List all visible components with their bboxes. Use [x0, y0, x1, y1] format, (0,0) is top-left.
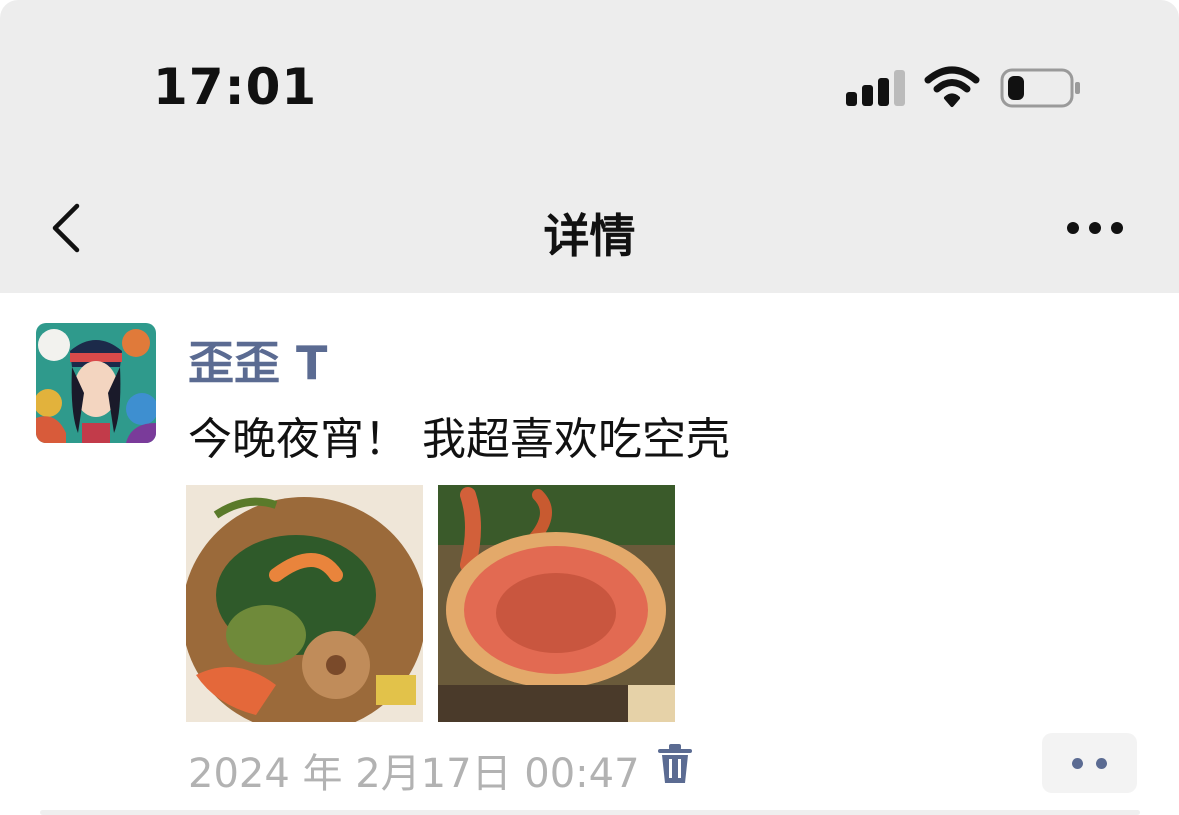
username[interactable]: 歪歪 T: [188, 327, 327, 393]
cellular-signal-icon: [846, 70, 906, 106]
post-detail: 歪歪 T 今晚夜宵！ 我超喜欢吃空壳 2024 年 2月17日 00:47: [0, 293, 1179, 815]
post-text: 今晚夜宵！ 我超喜欢吃空壳: [188, 414, 730, 465]
two-dots-icon: [1072, 758, 1083, 769]
status-bar: 17:01: [0, 0, 1179, 170]
crab-shell-photo[interactable]: [438, 485, 675, 722]
wifi-icon: [924, 66, 980, 107]
divider: [40, 810, 1140, 815]
post-timestamp: 2024 年 2月17日 00:47: [188, 751, 640, 797]
crab-stirfry-photo[interactable]: [186, 485, 423, 722]
battery-icon: [1000, 68, 1080, 108]
page-title: 详情: [543, 209, 636, 263]
trash-icon[interactable]: [656, 743, 694, 785]
navigation-bar: 详情: [0, 170, 1179, 293]
status-time: 17:01: [153, 58, 318, 116]
post-action-button[interactable]: [1042, 733, 1137, 793]
avatar[interactable]: [36, 323, 156, 443]
more-dots-icon[interactable]: [1062, 212, 1128, 244]
